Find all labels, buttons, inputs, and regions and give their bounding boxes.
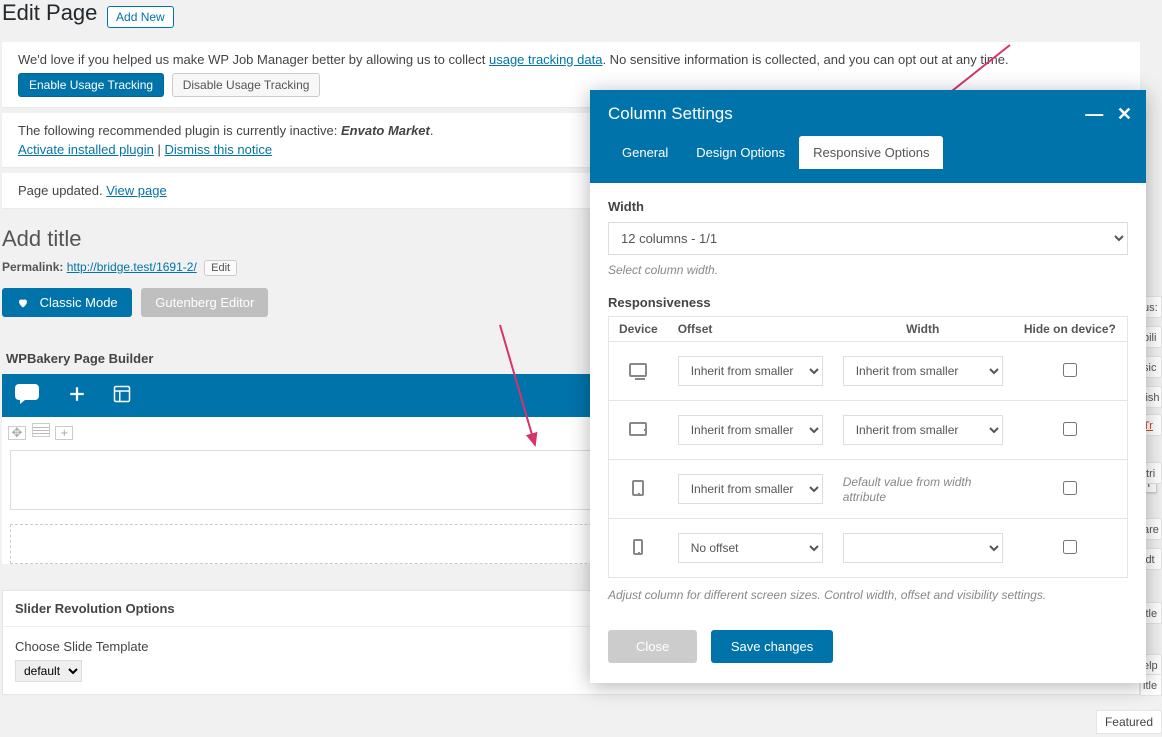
width-label: Width bbox=[608, 199, 1128, 214]
th-width: Width bbox=[833, 317, 1013, 342]
page-title: Edit Page bbox=[2, 0, 97, 26]
activate-plugin-link[interactable]: Activate installed plugin bbox=[18, 142, 154, 157]
table-row: Inherit from smaller Default value from … bbox=[609, 460, 1128, 519]
width-help: Select column width. bbox=[608, 263, 1128, 277]
separator: | bbox=[154, 142, 165, 157]
hide-checkbox-desktop[interactable] bbox=[1063, 363, 1077, 377]
desktop-icon bbox=[629, 363, 647, 377]
tab-general[interactable]: General bbox=[608, 136, 682, 169]
th-hide: Hide on device? bbox=[1013, 317, 1128, 342]
save-changes-button[interactable]: Save changes bbox=[711, 630, 833, 663]
permalink-label: Permalink: bbox=[2, 260, 67, 274]
table-row: Inherit from smaller Inherit from smalle… bbox=[609, 342, 1128, 401]
tracking-text-prefix: We'd love if you helped us make WP Job M… bbox=[18, 52, 489, 67]
classic-mode-button[interactable]: Classic Mode bbox=[2, 288, 132, 317]
table-row: Inherit from smaller Inherit from smalle… bbox=[609, 401, 1128, 460]
modal-title: Column Settings bbox=[608, 104, 1128, 124]
disable-tracking-button[interactable]: Disable Usage Tracking bbox=[172, 73, 321, 97]
offset-select-phone[interactable]: No offset bbox=[678, 533, 823, 563]
minimize-icon[interactable]: — bbox=[1085, 104, 1103, 125]
tablet-landscape-icon bbox=[629, 422, 647, 436]
add-new-button[interactable]: Add New bbox=[107, 6, 174, 28]
page-updated-text: Page updated. bbox=[18, 183, 106, 198]
slide-template-select[interactable]: default bbox=[15, 660, 82, 682]
th-device: Device bbox=[609, 317, 668, 342]
view-page-link[interactable]: View page bbox=[106, 183, 166, 198]
move-row-icon[interactable]: ✥ bbox=[8, 426, 26, 440]
tab-responsive-options[interactable]: Responsive Options bbox=[799, 136, 943, 169]
close-button[interactable]: Close bbox=[608, 630, 697, 663]
column-settings-modal: Column Settings — ✕ General Design Optio… bbox=[590, 90, 1146, 683]
width-select-desktop[interactable]: Inherit from smaller bbox=[843, 356, 1003, 386]
hide-checkbox-phone[interactable] bbox=[1063, 540, 1077, 554]
add-to-row-icon[interactable]: + bbox=[55, 426, 73, 440]
speech-bubble-icon[interactable] bbox=[14, 384, 40, 407]
offset-select-tablet-p[interactable]: Inherit from smaller bbox=[678, 474, 823, 504]
tracking-text-suffix: . No sensitive information is collected,… bbox=[602, 52, 1008, 67]
hide-checkbox-tablet-l[interactable] bbox=[1063, 422, 1077, 436]
responsiveness-help: Adjust column for different screen sizes… bbox=[608, 588, 1128, 602]
edit-permalink-button[interactable]: Edit bbox=[204, 260, 237, 276]
enable-tracking-button[interactable]: Enable Usage Tracking bbox=[18, 73, 164, 97]
plugin-name: Envato Market bbox=[341, 123, 430, 138]
hide-checkbox-tablet-p[interactable] bbox=[1063, 481, 1077, 495]
heart-icon bbox=[16, 297, 30, 309]
tab-design-options[interactable]: Design Options bbox=[682, 136, 799, 169]
plugin-notice-text: The following recommended plugin is curr… bbox=[18, 123, 341, 138]
tracking-data-link[interactable]: usage tracking data bbox=[489, 52, 602, 67]
offset-select-tablet-l[interactable]: Inherit from smaller bbox=[678, 415, 823, 445]
width-select-tablet-l[interactable]: Inherit from smaller bbox=[843, 415, 1003, 445]
plus-icon[interactable] bbox=[68, 385, 86, 406]
responsiveness-table: Device Offset Width Hide on device? Inhe… bbox=[608, 316, 1128, 578]
table-row: No offset bbox=[609, 519, 1128, 578]
width-default-text: Default value from width attribute bbox=[843, 475, 972, 504]
row-layout-icon[interactable] bbox=[32, 423, 50, 437]
width-select[interactable]: 12 columns - 1/1 bbox=[608, 222, 1128, 255]
offset-select-desktop[interactable]: Inherit from smaller bbox=[678, 356, 823, 386]
close-icon[interactable]: ✕ bbox=[1117, 104, 1132, 125]
featured-box: Featured bbox=[1096, 710, 1162, 734]
tablet-portrait-icon bbox=[632, 480, 644, 496]
template-icon[interactable] bbox=[113, 385, 131, 406]
responsiveness-label: Responsiveness bbox=[608, 295, 1128, 310]
phone-icon bbox=[633, 539, 643, 555]
permalink-url[interactable]: http://bridge.test/1691-2/ bbox=[67, 260, 197, 274]
width-select-phone[interactable] bbox=[843, 533, 1003, 563]
th-offset: Offset bbox=[668, 317, 833, 342]
gutenberg-editor-button[interactable]: Gutenberg Editor bbox=[141, 288, 268, 317]
dismiss-notice-link[interactable]: Dismiss this notice bbox=[164, 142, 272, 157]
